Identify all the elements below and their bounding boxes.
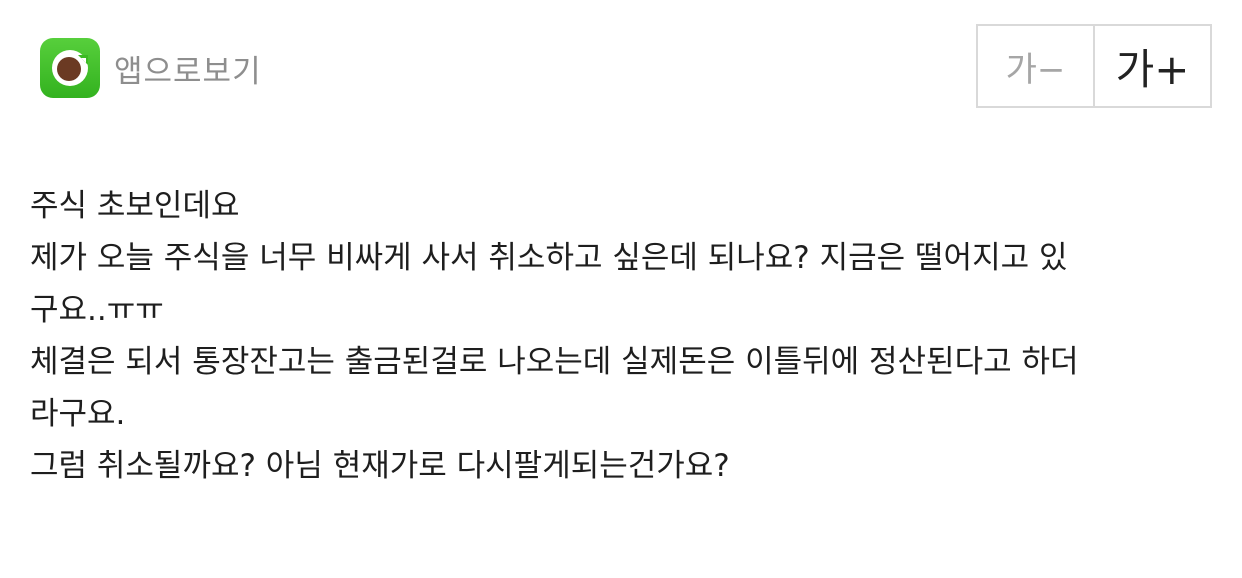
font-decrease-button[interactable]: 가−	[978, 26, 1093, 106]
open-in-app-label: 앱으로보기	[114, 53, 262, 90]
open-in-app-button[interactable]: 앱으로보기	[40, 38, 262, 98]
font-increase-button[interactable]: 가+	[1093, 26, 1210, 106]
app-refresh-icon	[52, 50, 88, 86]
post-line: 주식 초보인데요	[30, 188, 240, 224]
font-size-controls: 가− 가+	[976, 24, 1212, 108]
post-line: 그럼 취소될까요? 아님 현재가로 다시팔게되는건가요?	[30, 448, 730, 484]
post-line: 라구요.	[30, 396, 126, 432]
post-line: 구요..ㅠㅠ	[30, 292, 164, 328]
post-line: 체결은 되서 통장잔고는 출금된걸로 나오는데 실제돈은 이틀뒤에 정산된다고 …	[30, 344, 1079, 380]
top-bar: 앱으로보기 가− 가+	[0, 0, 1242, 130]
post-body: 주식 초보인데요 제가 오늘 주식을 너무 비싸게 사서 취소하고 싶은데 되나…	[30, 180, 1220, 492]
app-icon	[40, 38, 100, 98]
post-line: 제가 오늘 주식을 너무 비싸게 사서 취소하고 싶은데 되나요? 지금은 떨어…	[30, 240, 1068, 276]
